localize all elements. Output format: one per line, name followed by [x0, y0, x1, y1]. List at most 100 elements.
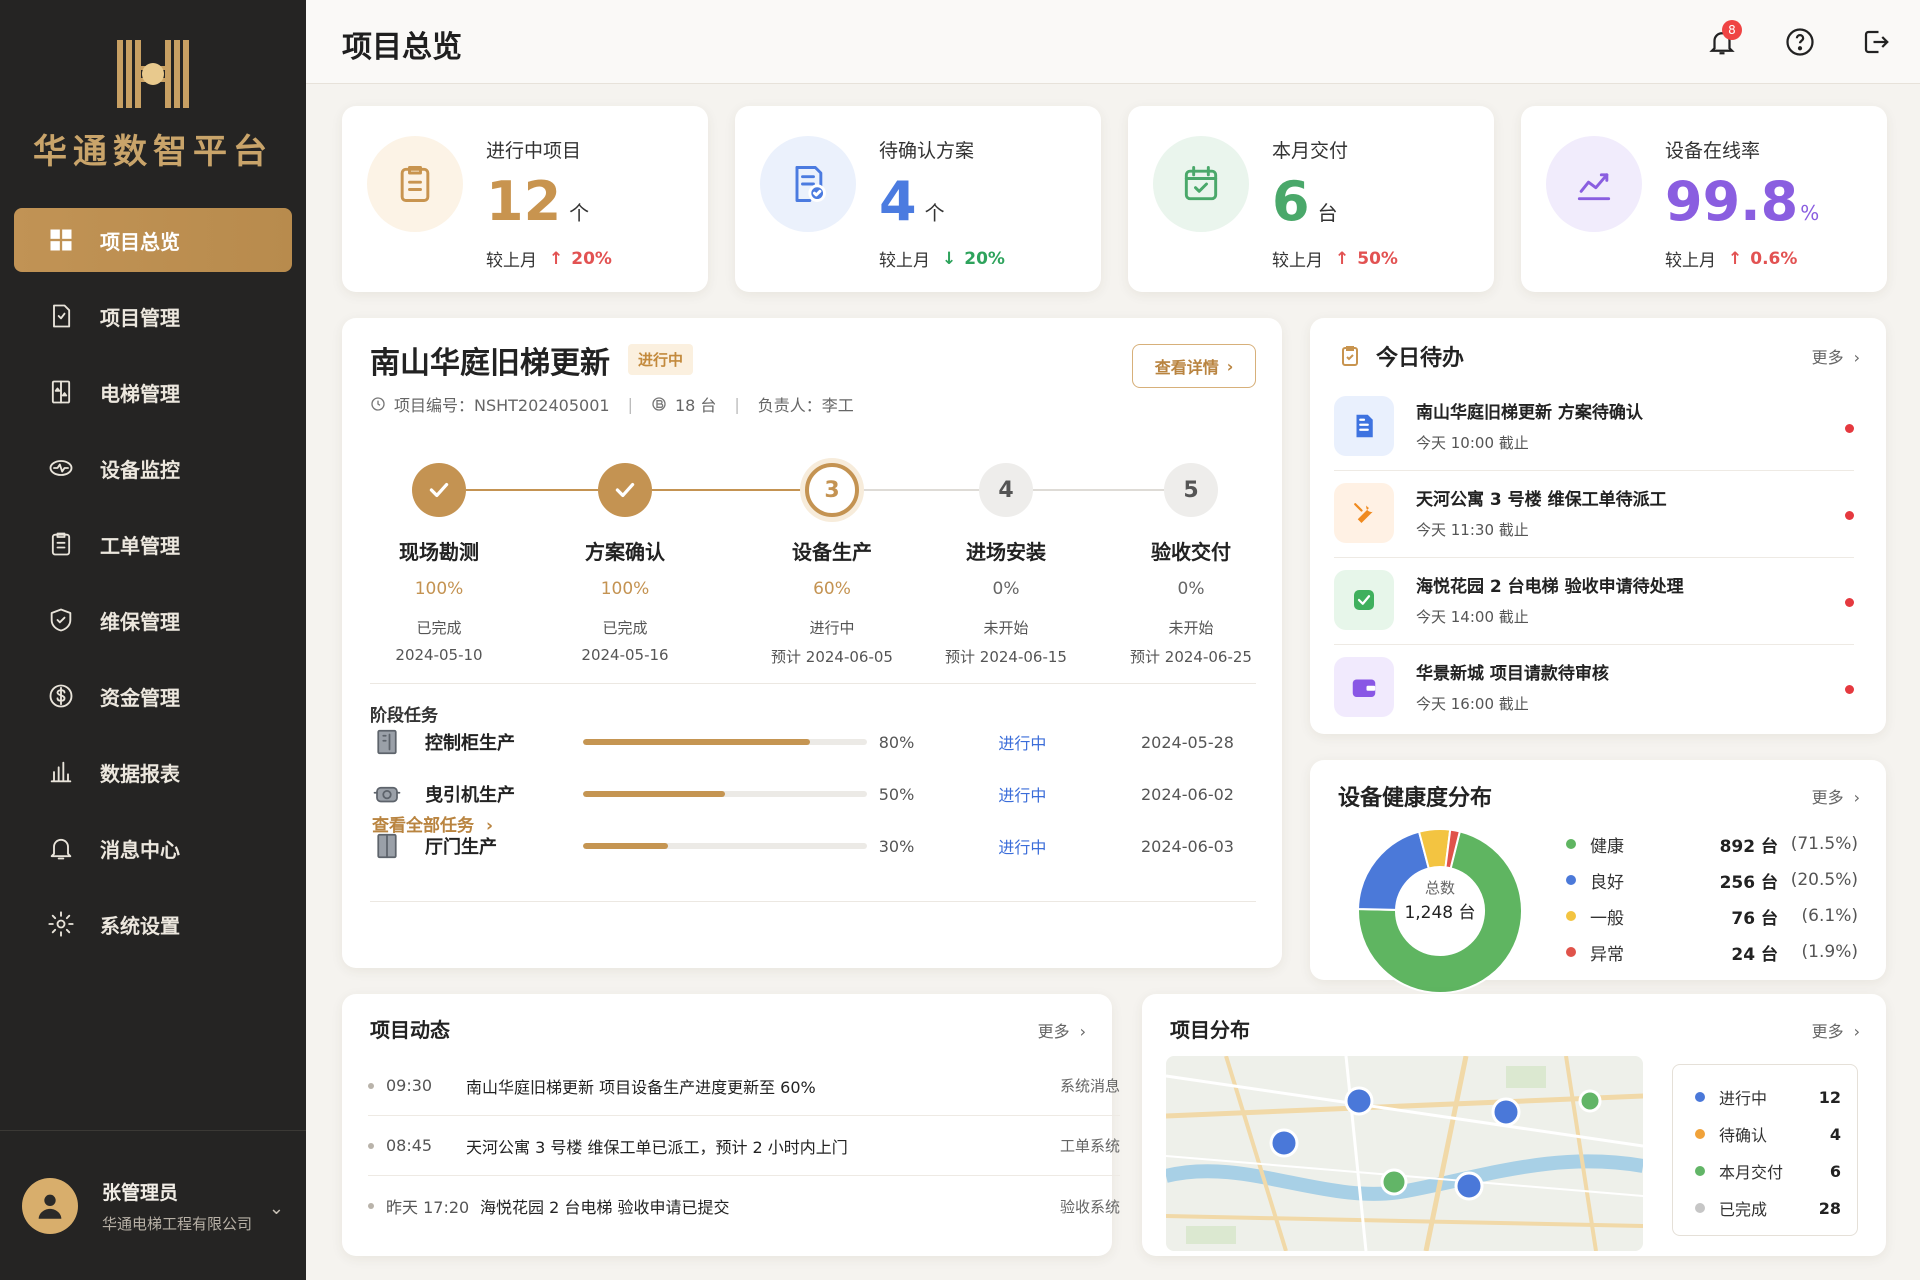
stat-compare: 较上月 ↑ 0.6% [1665, 246, 1797, 272]
feed-text: 天河公寓 3 号楼 维保工单已派工，预计 2 小时内上门 [466, 1137, 848, 1157]
map-pin-icon[interactable] [1578, 1089, 1602, 1113]
step-circle: 4 [979, 463, 1033, 517]
task-icon-wrap [370, 777, 403, 811]
todo-time: 今天 10:00 截止 [1416, 434, 1529, 452]
elevator-icon [51, 380, 71, 404]
distribution-more-link[interactable]: 更多 › [1812, 1018, 1860, 1042]
project-title: 南山华庭旧梯更新 [370, 346, 610, 381]
sidebar-item[interactable]: 设备监控 [14, 436, 292, 500]
step-name: 现场勘测 [399, 540, 479, 564]
legend-percent: (20.5%) [1790, 870, 1858, 890]
map-pin-icon[interactable] [1380, 1168, 1408, 1196]
todo-time: 今天 16:00 截止 [1416, 695, 1529, 713]
step-circle [598, 463, 652, 517]
stat-value: 6台 [1272, 170, 1338, 245]
stat-label: 设备在线率 [1665, 140, 1761, 162]
feed-time: 09:30 [386, 1076, 433, 1095]
todo-item[interactable]: 天河公寓 3 号楼 维保工单待派工 今天 11:30 截止 [1334, 471, 1854, 558]
project-code: 项目编号：NSHT202405001 [394, 396, 610, 415]
stat-value: 99.8% [1665, 170, 1819, 245]
compare-label: 较上月 [1272, 251, 1323, 271]
step-number: 4 [998, 477, 1014, 503]
step-state: 已完成 [602, 619, 648, 637]
feed-item[interactable]: 昨天 17:20 海悦花园 2 台电梯 验收申请已提交 验收系统 [368, 1176, 1120, 1236]
legend-name: 本月交付 [1719, 1163, 1784, 1182]
view-all-tasks-link[interactable]: 查看全部任务 › [372, 811, 493, 836]
feed-source: 验收系统 [1059, 1197, 1120, 1216]
step-date: 预计 2024-06-25 [1130, 648, 1252, 666]
map-pin-icon[interactable] [1269, 1128, 1299, 1158]
feed-time: 昨天 17:20 [386, 1198, 470, 1217]
user-profile[interactable]: 张管理员 华通电梯工程有限公司 ⌄ [0, 1130, 306, 1280]
task-row: 曳引机生产 50% 进行中 2024-06-02 [370, 773, 1234, 815]
sidebar-item[interactable]: 工单管理 [14, 512, 292, 576]
step-percent: 0% [992, 579, 1020, 599]
sidebar-item[interactable]: 电梯管理 [14, 360, 292, 424]
todo-item[interactable]: 华景新城 项目请款待审核 今天 16:00 截止 [1334, 645, 1854, 732]
logout-button[interactable] [1856, 22, 1896, 62]
legend-dot [1695, 1129, 1705, 1139]
top-bar: 项目总览 8 [306, 0, 1920, 84]
legend-count: 6 [1829, 1161, 1841, 1181]
legend-percent: (71.5%) [1790, 834, 1858, 854]
step-state: 未开始 [1168, 619, 1214, 637]
stat-unit: % [1800, 201, 1820, 225]
sidebar-item[interactable]: 数据报表 [14, 740, 292, 804]
todo-title: 华景新城 项目请款待审核 [1416, 664, 1609, 684]
bar-chart-icon [50, 761, 72, 783]
help-button[interactable] [1780, 22, 1820, 62]
arrow-up-icon: ↑ [1335, 248, 1350, 269]
legend-count: 76 台 [1731, 908, 1778, 929]
health-more-link[interactable]: 更多 › [1812, 784, 1860, 808]
divider [370, 901, 1256, 902]
legend-row: 异常 24 台 (1.9%) [1566, 934, 1862, 970]
sidebar-item-label: 数据报表 [100, 761, 180, 786]
stat-label: 待确认方案 [879, 140, 975, 162]
todo-item[interactable]: 南山华庭旧梯更新 方案待确认 今天 10:00 截止 [1334, 384, 1854, 471]
logout-icon [1864, 30, 1889, 54]
map-legend-row: 进行中 12 [1695, 1079, 1841, 1115]
map-pin-icon[interactable] [1454, 1171, 1484, 1201]
project-map[interactable] [1166, 1056, 1643, 1251]
task-progress-bar [583, 739, 867, 745]
sidebar-item-icon [46, 377, 76, 407]
step-connector [652, 489, 805, 491]
sidebar-item-label: 消息中心 [100, 837, 180, 862]
calendar-check-icon [1184, 166, 1218, 201]
feed-more-link[interactable]: 更多 › [1038, 1018, 1086, 1042]
feed-item[interactable]: 08:45 天河公寓 3 号楼 维保工单已派工，预计 2 小时内上门 工单系统 [368, 1116, 1120, 1176]
sidebar-item-label: 项目管理 [100, 305, 180, 330]
stat-card: 进行中项目 12 个较上月 ↑ 20% [342, 106, 708, 292]
unread-dot [1845, 511, 1854, 520]
arrow-up-icon: ↑ [549, 248, 564, 269]
legend-row: 良好 256 台 (20.5%) [1566, 862, 1862, 898]
more-label: 更多 [1811, 788, 1844, 807]
sidebar-item[interactable]: 项目总览 [14, 208, 292, 272]
map-legend-row: 本月交付 6 [1695, 1153, 1841, 1189]
sidebar-item[interactable]: 系统设置 [14, 892, 292, 956]
sidebar-item[interactable]: 消息中心 [14, 816, 292, 880]
sidebar-item[interactable]: 资金管理 [14, 664, 292, 728]
step-info: 设备生产 60% 进行中 预计 2024-06-05 [757, 536, 907, 667]
notification-button[interactable]: 8 [1702, 20, 1742, 62]
todo-item[interactable]: 海悦花园 2 台电梯 验收申请待处理 今天 14:00 截止 [1334, 558, 1854, 645]
step-date: 2024-05-10 [395, 646, 483, 664]
task-date: 2024-05-28 [1141, 732, 1234, 752]
feed-item[interactable]: 09:30 南山华庭旧梯更新 项目设备生产进度更新至 60% 系统消息 [368, 1056, 1120, 1116]
chevron-down-icon[interactable]: ⌄ [269, 1198, 284, 1219]
todo-time: 今天 14:00 截止 [1416, 608, 1529, 626]
map-pin-icon[interactable] [1491, 1097, 1521, 1127]
step-number: 3 [824, 477, 840, 503]
distribution-card: 项目分布 更多 › 进行中 12 待确认 4 本月交付 6 已完成 28 [1142, 994, 1886, 1256]
feed-text: 南山华庭旧梯更新 项目设备生产进度更新至 60% [466, 1077, 816, 1097]
view-details-button[interactable]: 查看详情 › [1132, 344, 1256, 388]
avatar [22, 1177, 78, 1234]
sidebar-item[interactable]: 项目管理 [14, 284, 292, 348]
todo-more-link[interactable]: 更多 › [1812, 344, 1860, 368]
clipboard-check-icon [1342, 346, 1358, 366]
sidebar-item-icon [46, 909, 76, 939]
map-pin-icon[interactable] [1344, 1086, 1374, 1116]
step-circle [412, 463, 466, 517]
project-owner: 负责人：李工 [757, 396, 854, 415]
sidebar-item[interactable]: 维保管理 [14, 588, 292, 652]
